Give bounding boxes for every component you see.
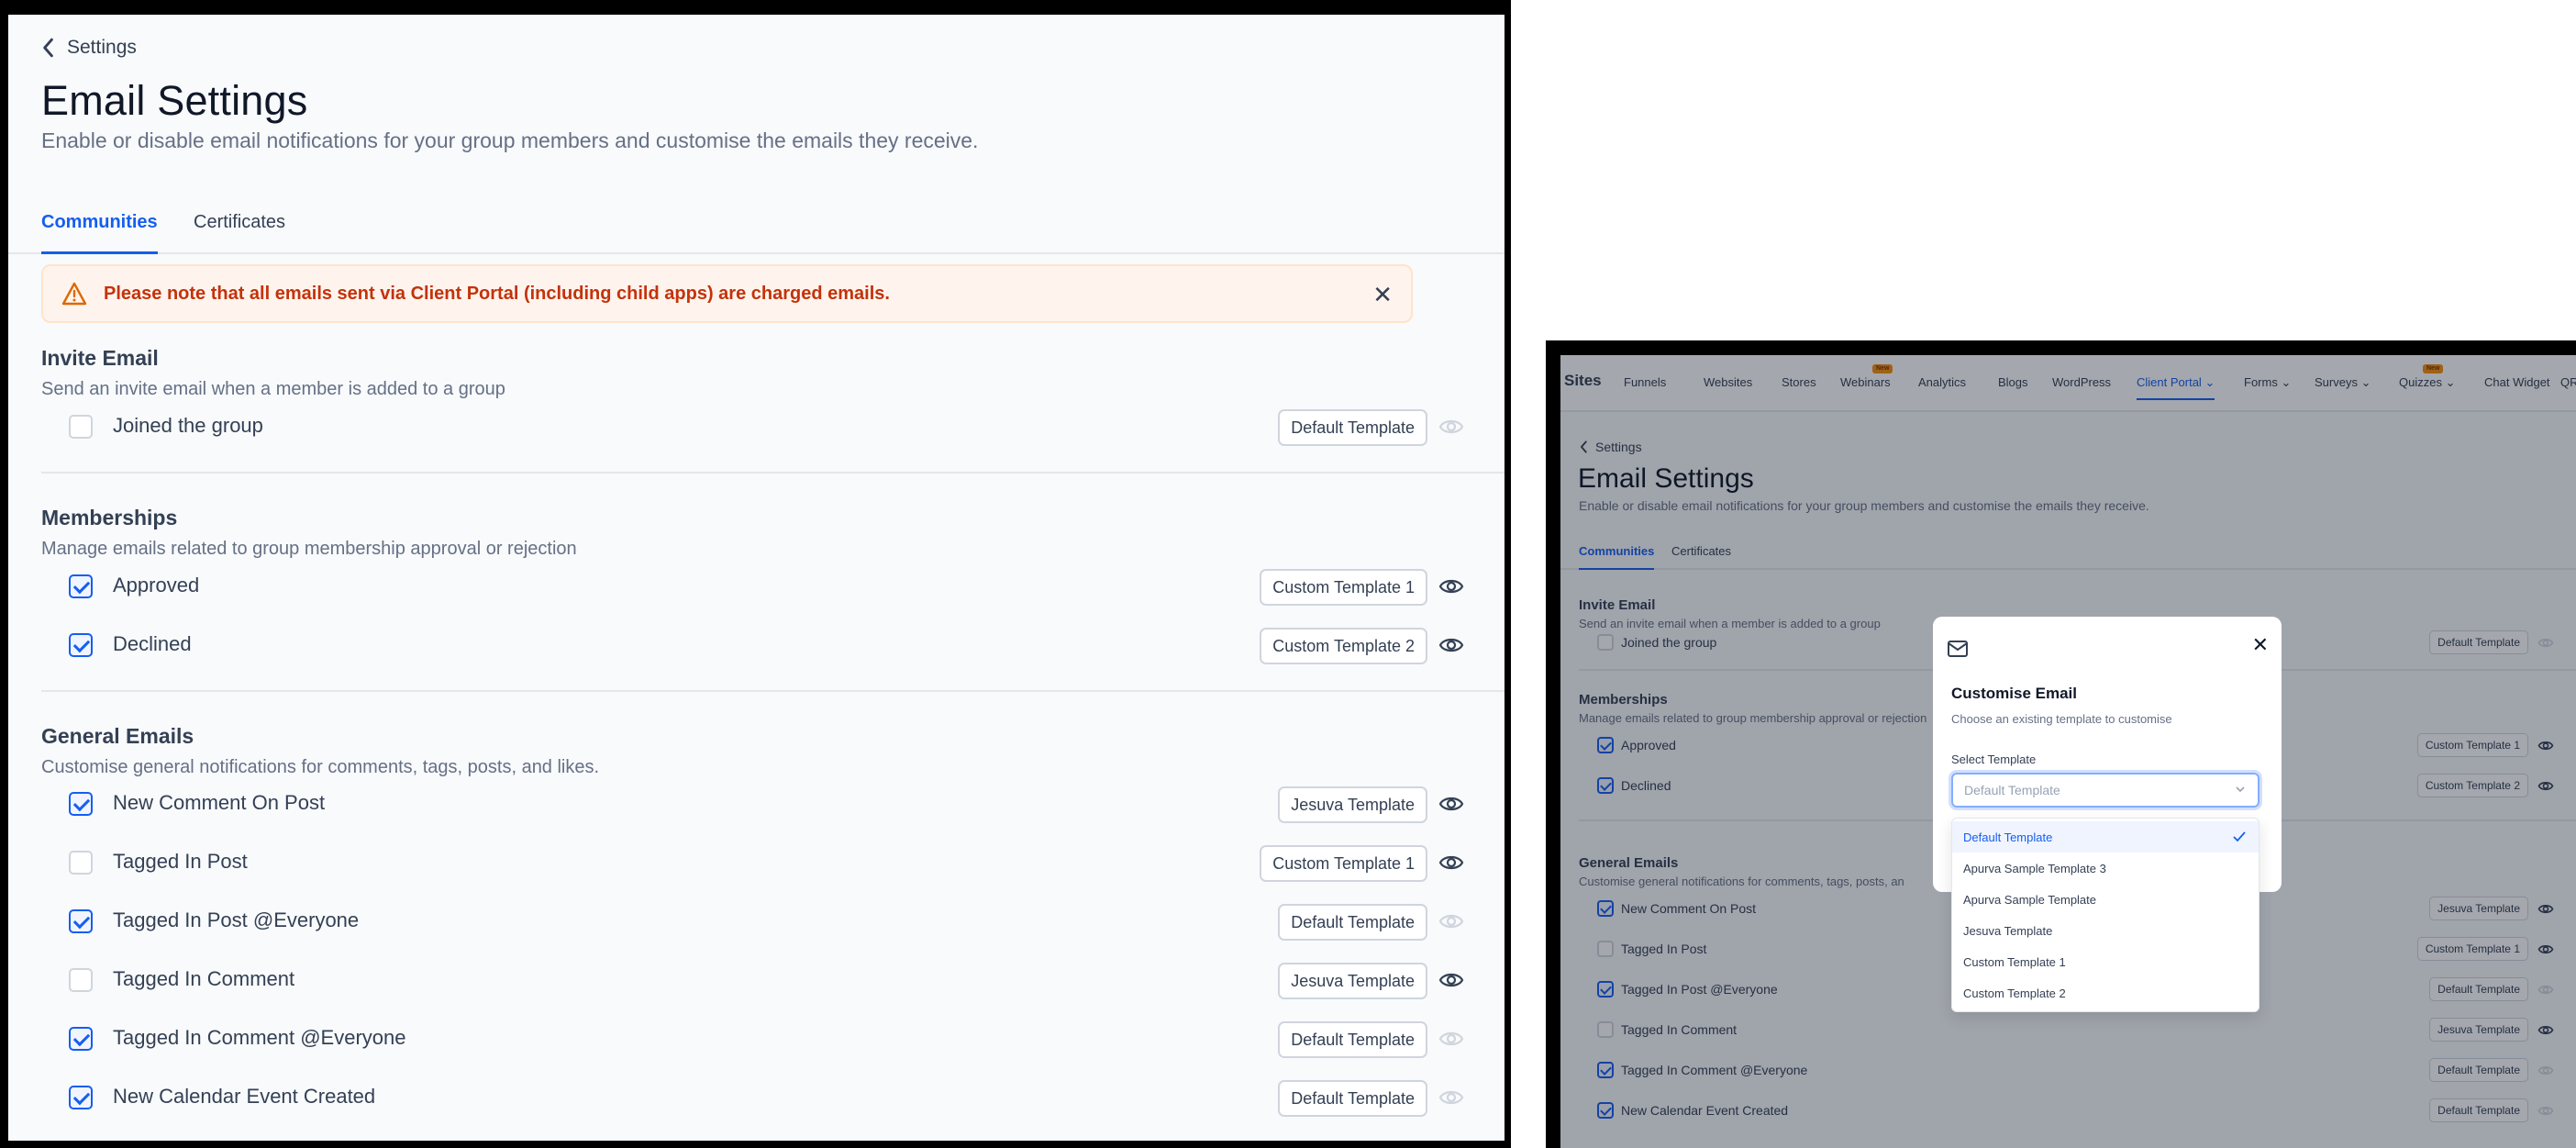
screenshot-panel-settings: Settings Email Settings Enable or disabl… [0, 0, 1511, 1148]
check-icon [2233, 831, 2246, 842]
invite-email-title: Invite Email [41, 346, 159, 370]
back-to-settings-link[interactable]: Settings [39, 37, 137, 59]
template-button[interactable]: Default Template [1278, 1021, 1427, 1058]
section-divider [41, 472, 1505, 474]
memberships-description: Manage emails related to group membershi… [41, 539, 577, 559]
warning-icon [61, 282, 87, 306]
email-row-new-comment-on-post: New Comment On Post Jesuva Template [69, 786, 1505, 823]
checkbox-declined[interactable] [69, 633, 93, 657]
preview-eye-icon[interactable] [1438, 575, 1464, 597]
option-label: Apurva Sample Template 3 [1963, 861, 2106, 875]
template-button[interactable]: Custom Template 2 [1260, 628, 1427, 664]
email-row-label: Declined [113, 632, 192, 655]
email-row-label: New Calendar Event Created [113, 1085, 376, 1108]
memberships-title: Memberships [41, 506, 178, 529]
modal-close-icon[interactable]: ✕ [2252, 633, 2269, 657]
checkbox-tagged-in-comment[interactable] [69, 968, 93, 992]
email-row-label: Tagged In Comment @Everyone [113, 1026, 406, 1049]
email-row-label: Approved [113, 574, 200, 596]
preview-eye-icon-disabled[interactable] [1438, 910, 1464, 932]
checkbox-approved[interactable] [69, 574, 93, 598]
email-row-approved: Approved Custom Template 1 [69, 569, 1505, 606]
option-custom-template-1[interactable]: Custom Template 1 [1952, 946, 2259, 977]
back-label: Settings [67, 37, 137, 58]
chevron-down-icon [2236, 786, 2245, 793]
checkbox-tagged-in-comment-everyone[interactable] [69, 1027, 93, 1051]
tab-communities[interactable]: Communities [41, 212, 158, 254]
template-button[interactable]: Default Template [1278, 409, 1427, 446]
preview-eye-icon-disabled[interactable] [1438, 416, 1464, 438]
tab-bar: Communities Certificates [8, 203, 1505, 254]
option-label: Custom Template 1 [1963, 954, 2066, 969]
tab-certificates[interactable]: Certificates [194, 212, 285, 254]
template-button[interactable]: Jesuva Template [1278, 963, 1427, 999]
option-apurva-sample-template-3[interactable]: Apurva Sample Template 3 [1952, 853, 2259, 884]
template-options-list: Default Template Apurva Sample Template … [1951, 818, 2260, 1012]
checkbox-tagged-in-post[interactable] [69, 851, 93, 875]
email-settings-page: Settings Email Settings Enable or disabl… [8, 15, 1505, 1141]
select-template-label: Select Template [1951, 752, 2037, 766]
chevron-left-icon [43, 38, 53, 58]
email-row-label: Tagged In Post @Everyone [113, 908, 360, 931]
option-apurva-sample-template[interactable]: Apurva Sample Template [1952, 884, 2259, 915]
alert-message: Please note that all emails sent via Cli… [104, 283, 890, 304]
select-placeholder: Default Template [1964, 783, 2060, 797]
mail-icon [1948, 641, 1968, 657]
option-label: Apurva Sample Template [1963, 892, 2097, 907]
email-row-tagged-in-post: Tagged In Post Custom Template 1 [69, 845, 1505, 882]
email-row-tagged-in-post-everyone: Tagged In Post @Everyone Default Templat… [69, 904, 1505, 941]
template-button[interactable]: Default Template [1278, 1080, 1427, 1117]
section-divider [41, 690, 1505, 692]
charged-emails-alert: Please note that all emails sent via Cli… [41, 264, 1413, 323]
template-button[interactable]: Default Template [1278, 904, 1427, 941]
email-row-joined-the-group: Joined the group Default Template [69, 409, 1505, 446]
select-template-dropdown[interactable]: Default Template [1951, 773, 2260, 808]
page-title: Email Settings [41, 77, 308, 124]
email-row-label: New Comment On Post [113, 791, 326, 814]
email-row-new-calendar-event-created: New Calendar Event Created Default Templ… [69, 1080, 1505, 1117]
preview-eye-icon[interactable] [1438, 634, 1464, 656]
option-default-template[interactable]: Default Template [1952, 821, 2259, 853]
preview-eye-icon[interactable] [1438, 852, 1464, 874]
checkbox-new-calendar-event-created[interactable] [69, 1086, 93, 1109]
checkbox-joined-the-group[interactable] [69, 415, 93, 439]
option-label: Default Template [1963, 830, 2053, 844]
email-row-tagged-in-comment: Tagged In Comment Jesuva Template [69, 963, 1505, 999]
checkbox-new-comment-on-post[interactable] [69, 792, 93, 816]
template-button[interactable]: Custom Template 1 [1260, 845, 1427, 882]
general-emails-description: Customise general notifications for comm… [41, 757, 600, 777]
modal-title: Customise Email [1951, 685, 2077, 702]
template-button[interactable]: Custom Template 1 [1260, 569, 1427, 606]
page-subtitle: Enable or disable email notifications fo… [41, 128, 979, 152]
option-label: Custom Template 2 [1963, 986, 2066, 1000]
email-settings-page-with-modal: Sites Funnels Websites Stores Webinars N… [1560, 355, 2576, 1148]
email-row-label: Joined the group [113, 414, 263, 437]
preview-eye-icon[interactable] [1438, 969, 1464, 991]
template-button[interactable]: Jesuva Template [1278, 786, 1427, 823]
modal-description: Choose an existing template to customise [1951, 712, 2172, 726]
checkbox-tagged-in-post-everyone[interactable] [69, 909, 93, 933]
invite-email-description: Send an invite email when a member is ad… [41, 379, 505, 399]
preview-eye-icon-disabled[interactable] [1438, 1028, 1464, 1050]
alert-close-icon[interactable]: ✕ [1372, 283, 1393, 307]
email-row-label: Tagged In Post [113, 850, 248, 873]
general-emails-title: General Emails [41, 724, 194, 748]
option-label: Jesuva Template [1963, 923, 2053, 938]
preview-eye-icon-disabled[interactable] [1438, 1087, 1464, 1109]
option-custom-template-2[interactable]: Custom Template 2 [1952, 977, 2259, 1009]
email-row-declined: Declined Custom Template 2 [69, 628, 1505, 664]
screenshot-panel-customise-modal: Sites Funnels Websites Stores Webinars N… [1546, 340, 2576, 1148]
option-jesuva-template[interactable]: Jesuva Template [1952, 915, 2259, 946]
preview-eye-icon[interactable] [1438, 793, 1464, 815]
email-row-tagged-in-comment-everyone: Tagged In Comment @Everyone Default Temp… [69, 1021, 1505, 1058]
email-row-label: Tagged In Comment [113, 967, 295, 990]
